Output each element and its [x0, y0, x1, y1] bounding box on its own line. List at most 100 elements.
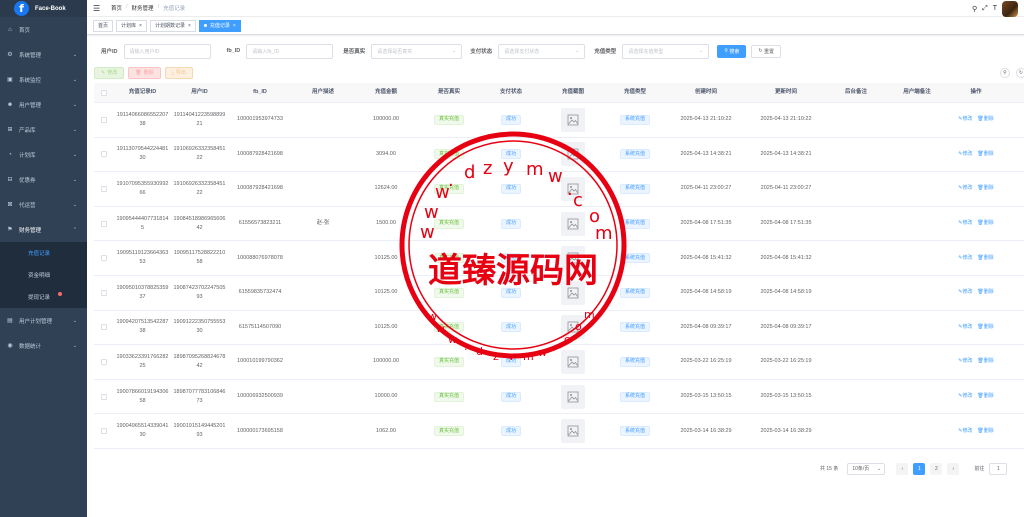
sidebar-item-after-1[interactable]: ◉ 数据统计 ⌄ [0, 333, 87, 358]
row-edit-link[interactable]: ✎修改 [958, 323, 972, 332]
real-badge: 真实充值 [433, 149, 464, 160]
image-placeholder-icon[interactable] [561, 280, 585, 305]
row-checkbox[interactable] [101, 393, 107, 400]
select-all-checkbox[interactable] [101, 89, 107, 96]
real-select[interactable]: 请选择是否真实 ⌄ [371, 43, 463, 59]
row-edit-link[interactable]: ✎修改 [958, 115, 972, 124]
facebook-logo-icon: f [14, 1, 29, 16]
row-checkbox[interactable] [101, 428, 107, 435]
search-button[interactable]: ⚲ 搜索 [717, 44, 747, 58]
sidebar-subitem-0[interactable]: 充值记录 [0, 242, 87, 264]
sidebar-item-6[interactable]: ⊟ 优惠券 ⌄ [0, 167, 87, 192]
close-icon[interactable]: × [139, 23, 142, 29]
row-delete-link[interactable]: 🗑删除 [977, 219, 993, 228]
sidebar-item-2[interactable]: ▣ 系统监控 ⌄ [0, 67, 87, 92]
breadcrumb-home[interactable]: 首页 [111, 4, 122, 12]
tag-3[interactable]: 充值记录 × [198, 19, 241, 32]
row-delete-link[interactable]: 🗑删除 [977, 150, 993, 159]
image-placeholder-icon[interactable] [561, 176, 585, 201]
sidebar-item-4[interactable]: ⊞ 产品库 ⌄ [0, 117, 87, 142]
page-jump-input[interactable]: 1 [989, 462, 1008, 475]
row-delete-link[interactable]: 🗑删除 [977, 392, 993, 401]
row-edit-link[interactable]: ✎修改 [958, 427, 972, 436]
row-delete-link[interactable]: 🗑删除 [977, 427, 993, 436]
search-icon: ⚲ [1003, 70, 1007, 76]
hamburger-icon[interactable]: ☰ [93, 4, 103, 13]
row-delete-link[interactable]: 🗑删除 [977, 184, 993, 193]
sidebar-item-0[interactable]: ⌂ 首页 [0, 17, 87, 42]
row-delete-link[interactable]: 🗑删除 [977, 288, 993, 297]
image-placeholder-icon[interactable] [561, 142, 585, 167]
image-placeholder-icon[interactable] [561, 315, 585, 340]
fb-id-input[interactable]: 请输入fb_ID [246, 43, 334, 59]
search-icon[interactable]: ⚲ [972, 5, 977, 13]
page-button-2[interactable]: 2 [930, 462, 943, 475]
image-placeholder-icon[interactable] [561, 419, 585, 444]
image-placeholder-icon[interactable] [561, 107, 585, 132]
image-placeholder-icon[interactable] [561, 211, 585, 236]
row-checkbox[interactable] [101, 220, 107, 227]
real-badge: 真实充值 [433, 183, 464, 194]
sidebar-item-5[interactable]: ◔ 计划库 ⌄ [0, 142, 87, 167]
user-id-input[interactable]: 请输入用户ID [123, 43, 211, 59]
sidebar-subitem-1[interactable]: 资金明细 [0, 264, 87, 286]
row-edit-link[interactable]: ✎修改 [958, 219, 972, 228]
recharge-type-select[interactable]: 请选择充值类型 ⌄ [622, 43, 710, 59]
user_id-value: 1908451898696560642 [173, 215, 226, 231]
tag-2[interactable]: 计划期数记录 × [149, 19, 196, 32]
row-checkbox[interactable] [101, 151, 107, 158]
prev-page-button[interactable]: ‹ [896, 462, 909, 475]
row-delete-link[interactable]: 🗑删除 [977, 115, 993, 124]
row-delete-link[interactable]: 🗑删除 [977, 357, 993, 366]
close-icon[interactable]: × [188, 23, 191, 29]
tag-0[interactable]: 首页 [93, 19, 114, 32]
image-placeholder-icon[interactable] [561, 349, 585, 374]
cell-amount: 10125.00 [354, 288, 418, 297]
row-edit-link[interactable]: ✎修改 [958, 254, 972, 263]
sidebar-item-after-0[interactable]: ▤ 用户计划管理 ⌄ [0, 308, 87, 333]
row-checkbox[interactable] [101, 289, 107, 296]
image-placeholder-icon[interactable] [561, 246, 585, 271]
edit-button[interactable]: ✎ 修改 [94, 66, 125, 79]
avatar[interactable] [1002, 0, 1018, 17]
refresh-table-button[interactable]: ↻ [1016, 68, 1024, 78]
sidebar-item-8[interactable]: ⚑ 财务管理 ⌃ [0, 217, 87, 242]
toggle-search-button[interactable]: ⚲ [1000, 68, 1010, 78]
close-icon[interactable]: × [233, 23, 236, 29]
sidebar-item-3[interactable]: ☻ 用户管理 ⌄ [0, 92, 87, 117]
sidebar-item-7[interactable]: ⊠ 代运营 ⌄ [0, 192, 87, 217]
tag-1[interactable]: 计划库 × [116, 19, 147, 32]
export-button[interactable]: ⤓ 导出 [164, 66, 193, 79]
row-edit-link[interactable]: ✎修改 [958, 150, 972, 159]
row-checkbox[interactable] [101, 116, 107, 123]
fullscreen-icon[interactable]: ⤢ [982, 5, 988, 13]
updated-value: 2025-03-22 16:25:19 [760, 358, 812, 365]
font-size-icon[interactable]: T [993, 5, 997, 12]
cell-fb_id: 100001953974733 [228, 115, 292, 124]
sidebar-item-1[interactable]: ⚙ 系统管理 ⌄ [0, 42, 87, 67]
page-size-select[interactable]: 10条/页 ⌄ [847, 462, 886, 475]
row-edit-label: 修改 [962, 393, 973, 400]
reset-button[interactable]: ↻ 重置 [751, 44, 781, 58]
image-placeholder-icon[interactable] [561, 384, 585, 409]
row-edit-link[interactable]: ✎修改 [958, 288, 972, 297]
pay-status-select[interactable]: 请选择支付状态 ⌄ [498, 43, 586, 59]
created-value: 2025-04-13 21:10:22 [680, 116, 732, 123]
row-checkbox[interactable] [101, 255, 107, 262]
page-button-1[interactable]: 1 [913, 462, 926, 475]
row-checkbox[interactable] [101, 358, 107, 365]
row-edit-link[interactable]: ✎修改 [958, 184, 972, 193]
cell-type: 系统充值 [604, 149, 666, 160]
cell-ops: ✎修改 🗑删除 [948, 288, 1004, 297]
row-checkbox[interactable] [101, 324, 107, 331]
delete-button[interactable]: 🗑 删除 [128, 66, 161, 79]
logo[interactable]: f Face-Book [0, 0, 87, 17]
sidebar-subitem-2[interactable]: 提现记录 [0, 286, 87, 308]
row-checkbox[interactable] [101, 185, 107, 192]
cell-amount: 12624.00 [354, 184, 418, 193]
next-page-button[interactable]: › [947, 462, 960, 475]
row-edit-link[interactable]: ✎修改 [958, 357, 972, 366]
row-delete-link[interactable]: 🗑删除 [977, 254, 993, 263]
row-delete-link[interactable]: 🗑删除 [977, 323, 993, 332]
row-edit-link[interactable]: ✎修改 [958, 392, 972, 401]
